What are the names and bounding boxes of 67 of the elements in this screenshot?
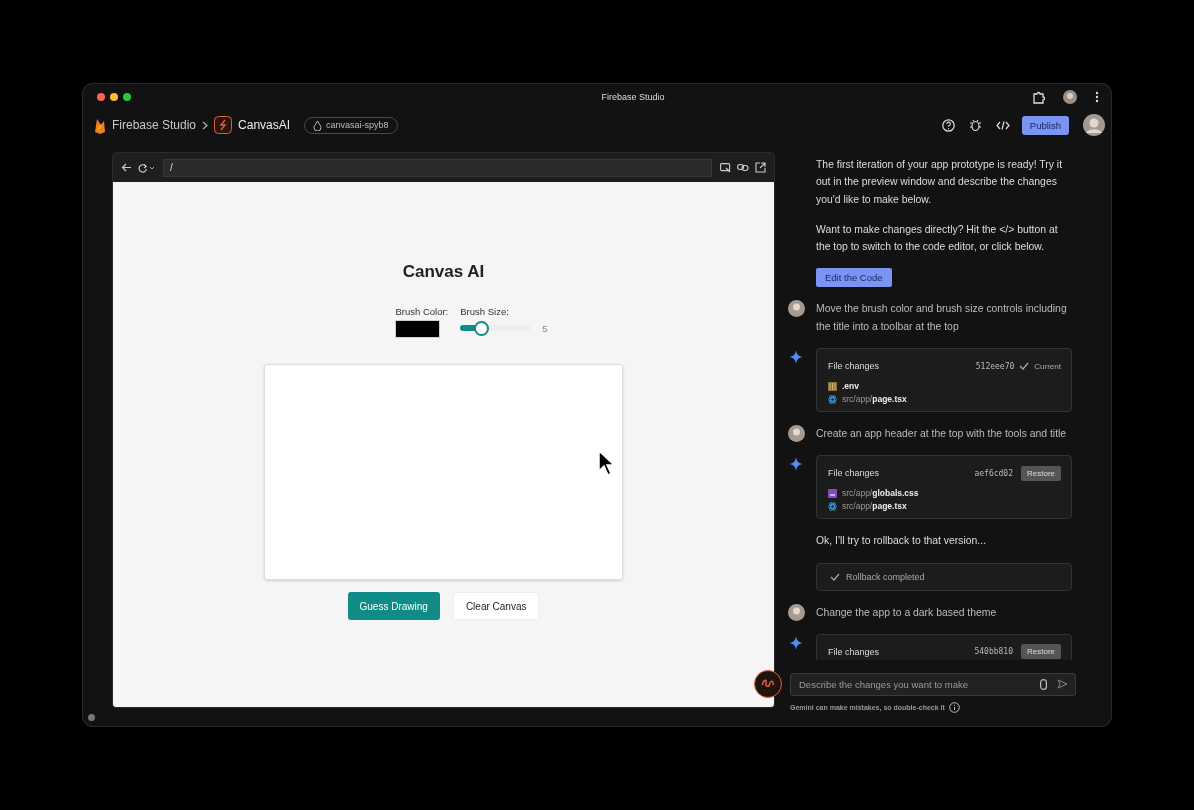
color-swatch[interactable] [395, 320, 441, 338]
commit-hash: 512eee70 [975, 361, 1015, 371]
card-title: File changes [828, 361, 880, 372]
chat-message: Create an app header at the top with the tools and title [816, 427, 1068, 442]
user-avatar [787, 300, 805, 318]
sparkle-icon [789, 350, 803, 365]
code-icon[interactable] [995, 119, 1010, 131]
file-path[interactable]: src/app/globals.css [828, 488, 919, 499]
chat-message: Ok, I'll try to rollback to that version... [816, 534, 988, 549]
app-title: Canvas AI [402, 262, 485, 282]
file-path[interactable]: src/app/page.tsx [828, 501, 907, 512]
help-icon[interactable] [941, 118, 955, 132]
paperclip-icon[interactable] [1040, 678, 1047, 690]
field-label: Brush Color: [395, 306, 449, 317]
restore-button[interactable]: Restore [1021, 644, 1061, 660]
restore-button[interactable]: Restore [1021, 465, 1061, 481]
card-title: File changes [828, 468, 880, 479]
app-button[interactable]: Guess Drawing [347, 592, 440, 620]
file-path[interactable]: .env [828, 381, 859, 392]
chat-message: Change the app to a dark based theme [816, 605, 998, 620]
breadcrumb-link[interactable]: Firebase Studio [112, 118, 197, 132]
avatar[interactable] [1083, 114, 1105, 136]
app-logo-icon [214, 116, 233, 134]
chat-message: Move the brush color and brush size controls including the title into a toolbar at the top [816, 302, 1068, 334]
settings-file-icon [828, 381, 837, 391]
slider-value: 5 [542, 322, 548, 334]
status-dot-icon [88, 714, 95, 721]
back-icon[interactable] [121, 163, 132, 172]
app-button[interactable]: Clear Canvas [452, 592, 540, 620]
chevron-right-icon [202, 120, 209, 130]
atom-icon [828, 394, 837, 404]
stylesheet-file-icon [828, 488, 837, 498]
atom-icon [828, 501, 837, 511]
file-path[interactable]: src/app/page.tsx [828, 394, 907, 405]
card-title: File changes [828, 646, 880, 657]
sparkle-icon [789, 457, 803, 472]
avatar[interactable] [1063, 90, 1077, 104]
link-icon[interactable] [737, 163, 749, 172]
assistant-avatar[interactable] [754, 670, 782, 698]
slider-thumb[interactable] [473, 320, 489, 336]
reload-icon[interactable] [138, 162, 155, 173]
user-avatar [787, 603, 805, 621]
breadcrumb-link[interactable]: CanvasAI [238, 118, 291, 132]
edit-code-button[interactable]: Edit the Code [816, 268, 892, 288]
check-icon [830, 572, 840, 581]
current-label: Current [1034, 361, 1061, 371]
drop-icon [313, 119, 323, 131]
commit-hash: aef6cd02 [974, 468, 1013, 478]
window-title: Firebase Studio [600, 92, 666, 102]
sparkle-icon [789, 635, 803, 650]
more-icon[interactable] [1095, 91, 1099, 103]
extension-icon[interactable] [1032, 90, 1045, 104]
info-icon[interactable] [948, 702, 960, 713]
commit-hash: 540bb810 [974, 647, 1013, 657]
publish-button[interactable]: Publish [1021, 115, 1069, 135]
check-icon [1019, 362, 1030, 371]
send-icon[interactable] [1057, 679, 1068, 689]
open-external-icon[interactable] [755, 162, 766, 173]
status-text: Rollback completed [846, 571, 925, 582]
url-field[interactable]: / [163, 158, 712, 177]
chat-message: The first iteration of your app prototype is ready! Try it out in the preview window and describe the changes you'd like to make below. [816, 158, 1064, 207]
field-label: Brush Size: [460, 306, 510, 317]
bug-icon[interactable] [968, 118, 982, 132]
user-avatar [787, 425, 805, 443]
chat-message: Want to make changes directly? Hit the </> button at the top to switch to the code editor, or click below. [816, 222, 1059, 255]
chat-input[interactable]: Describe the changes you want to make [790, 672, 1076, 696]
device-icon[interactable] [720, 162, 731, 173]
